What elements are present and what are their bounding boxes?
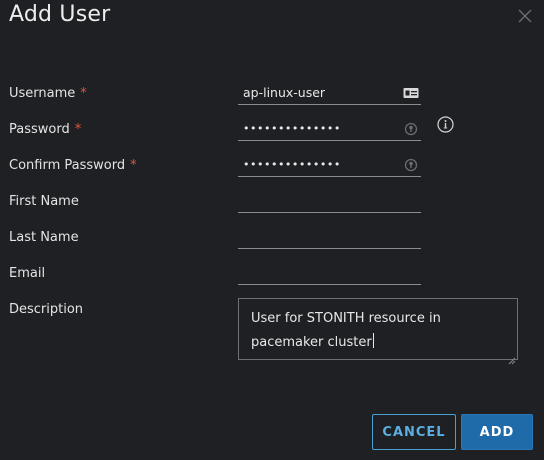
- required-marker: *: [130, 158, 137, 173]
- email-label: Email: [9, 266, 46, 281]
- password-label: Password *: [9, 122, 81, 137]
- password-field[interactable]: [238, 117, 421, 141]
- add-user-dialog: Add User Username * Password * Confirm Pas…: [0, 0, 544, 460]
- first-name-input[interactable]: [238, 189, 403, 212]
- first-name-label: First Name: [9, 194, 79, 209]
- info-icon[interactable]: [437, 116, 454, 133]
- required-marker: *: [74, 122, 82, 137]
- password-input[interactable]: [238, 117, 403, 140]
- required-marker: *: [80, 86, 87, 101]
- dialog-title: Add User: [9, 2, 111, 27]
- description-label: Description: [9, 302, 84, 317]
- description-text[interactable]: User for STONITH resource in pacemaker c…: [251, 307, 501, 355]
- first-name-field[interactable]: [238, 189, 421, 213]
- add-button[interactable]: ADD: [461, 414, 533, 450]
- last-name-label: Last Name: [9, 230, 79, 245]
- confirm-password-input[interactable]: [238, 153, 403, 176]
- confirm-password-label-text: Confirm Password: [9, 158, 126, 173]
- last-name-field[interactable]: [238, 225, 421, 249]
- key-icon[interactable]: [403, 157, 419, 172]
- email-input[interactable]: [238, 261, 403, 284]
- cancel-button[interactable]: CANCEL: [372, 414, 456, 450]
- username-label: Username *: [9, 86, 87, 101]
- close-icon[interactable]: [517, 8, 533, 24]
- last-name-input[interactable]: [238, 225, 403, 248]
- id-card-icon[interactable]: [403, 85, 419, 99]
- resize-handle-icon[interactable]: [508, 350, 516, 365]
- username-input[interactable]: [238, 81, 403, 104]
- username-label-text: Username: [9, 86, 76, 101]
- description-value: User for STONITH resource in pacemaker c…: [251, 311, 441, 350]
- password-label-text: Password: [9, 122, 70, 137]
- confirm-password-field[interactable]: [238, 153, 421, 177]
- description-textarea[interactable]: User for STONITH resource in pacemaker c…: [238, 298, 518, 365]
- key-icon[interactable]: [403, 121, 419, 136]
- username-field[interactable]: [238, 81, 421, 105]
- confirm-password-label: Confirm Password *: [9, 158, 137, 173]
- email-field[interactable]: [238, 261, 421, 285]
- text-caret: [372, 333, 374, 348]
